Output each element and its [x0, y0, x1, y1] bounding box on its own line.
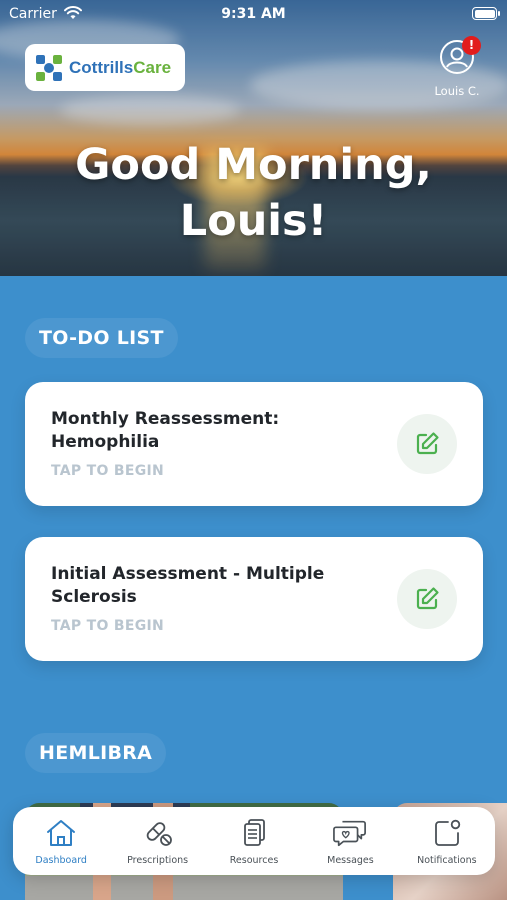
logo-mark-icon [36, 54, 62, 81]
chat-icon [333, 818, 367, 848]
tab-label: Notifications [417, 855, 477, 866]
hemlibra-heading: HEMLIBRA [25, 733, 167, 773]
notification-badge: ! [462, 36, 481, 55]
notification-icon [430, 818, 464, 848]
edit-button[interactable] [397, 569, 457, 629]
status-bar: Carrier 9:31 AM [0, 0, 507, 28]
tab-resources[interactable]: Resources [206, 807, 302, 875]
todo-card-title: Initial Assessment - Multiple Sclerosis [51, 564, 325, 607]
tab-dashboard[interactable]: Dashboard [13, 807, 109, 875]
hero-banner: Carrier 9:31 AM CottrillsCare ! Louis C.… [0, 0, 507, 276]
tab-messages[interactable]: Messages [302, 807, 398, 875]
todo-card-subtitle: TAP TO BEGIN [51, 618, 165, 634]
clock: 9:31 AM [221, 6, 286, 22]
edit-button[interactable] [397, 414, 457, 474]
todo-list-heading: TO-DO LIST [25, 318, 178, 358]
edit-icon [416, 432, 439, 455]
tab-notifications[interactable]: Notifications [399, 807, 495, 875]
todo-card-monthly-reassessment[interactable]: Monthly Reassessment: Hemophilia TAP TO … [25, 382, 483, 506]
tab-bar: Dashboard Prescriptions Resources Messag… [13, 807, 495, 875]
greeting-title: Good Morning, Louis! [75, 140, 432, 246]
tab-prescriptions[interactable]: Prescriptions [109, 807, 205, 875]
edit-icon [416, 587, 439, 610]
todo-card-title: Monthly Reassessment: Hemophilia [51, 409, 280, 452]
tab-label: Prescriptions [127, 855, 189, 866]
tab-label: Resources [229, 855, 279, 866]
profile-name: Louis C. [434, 84, 480, 98]
todo-card-subtitle: TAP TO BEGIN [51, 463, 165, 479]
cottrillscare-logo[interactable]: CottrillsCare [25, 44, 185, 91]
battery-icon [472, 7, 500, 20]
tab-label: Messages [327, 855, 374, 866]
todo-card-initial-assessment[interactable]: Initial Assessment - Multiple Sclerosis … [25, 537, 483, 661]
home-icon [44, 818, 78, 848]
tab-label: Dashboard [35, 855, 87, 866]
documents-icon [237, 818, 271, 848]
user-avatar-icon: ! [440, 36, 481, 74]
logo-text: CottrillsCare [69, 57, 172, 77]
profile-button[interactable]: ! Louis C. [427, 36, 487, 98]
pill-icon [141, 818, 175, 848]
